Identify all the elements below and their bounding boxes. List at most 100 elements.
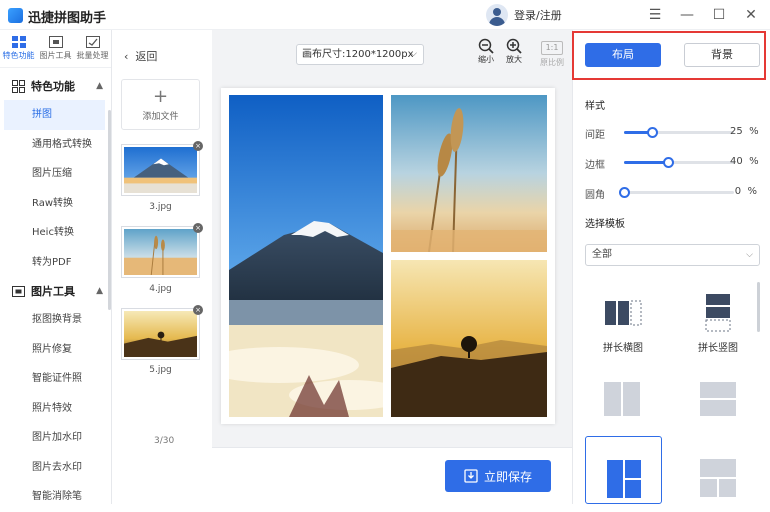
slider-knob[interactable]	[619, 187, 630, 198]
corner-label: 圆角	[585, 190, 605, 201]
section-title: 图片工具	[31, 285, 75, 298]
sidebar-item-pdf[interactable]: 转为PDF	[0, 248, 111, 278]
template-selected[interactable]	[585, 436, 662, 504]
two-row-template-icon[interactable]	[699, 381, 737, 417]
grid-template-icon[interactable]	[699, 458, 737, 498]
spacing-slider[interactable]	[624, 127, 734, 138]
back-label: 返回	[135, 50, 158, 63]
template-filter-value: 全部	[592, 249, 612, 260]
file-thumb[interactable]: ×	[121, 223, 203, 278]
section-features[interactable]: 特色功能 ▲	[0, 72, 111, 100]
tab-label: 特色功能	[2, 51, 35, 60]
sidebar-item-heic[interactable]: Heic转换	[0, 218, 111, 248]
chevron-up-icon[interactable]: ▲	[96, 81, 103, 91]
file-counter: 3/30	[154, 436, 175, 446]
panel-scrollbar[interactable]	[757, 282, 760, 332]
collage-cell[interactable]	[391, 260, 547, 417]
sidebar-item-effects[interactable]: 照片特效	[0, 394, 111, 424]
save-button[interactable]: 立即保存	[445, 460, 551, 492]
tab-label: 图片工具	[39, 51, 72, 60]
chevron-down-icon: ⌵	[410, 49, 417, 59]
sidebar-item-compress[interactable]: 图片压缩	[0, 159, 111, 189]
zoom-out-button[interactable]: 缩小	[473, 38, 499, 65]
sidebar: 特色功能 图片工具 批量处理 特色功能 ▲ 拼图 通用格式转换 图片压缩 Raw…	[0, 30, 112, 504]
border-value: 40 %	[730, 156, 759, 167]
zoom-out-icon	[478, 38, 494, 54]
mountain-image	[229, 95, 383, 417]
sidebar-item-restore[interactable]: 照片修复	[0, 335, 111, 365]
add-file-button[interactable]: + 添加文件	[121, 79, 200, 130]
app-title: 迅捷拼图助手	[28, 11, 107, 26]
template-horizontal[interactable]: 拼长横图	[585, 293, 661, 354]
border-label: 边框	[585, 160, 605, 171]
save-icon	[464, 469, 478, 483]
sidebar-item-format-convert[interactable]: 通用格式转换	[0, 130, 111, 160]
file-name: 5.jpg	[149, 365, 172, 375]
app-logo-icon	[8, 8, 23, 23]
tab-label: 批量处理	[76, 51, 109, 60]
login-link[interactable]: 登录/注册	[514, 7, 562, 23]
tab-layout[interactable]: 布局	[585, 43, 661, 67]
slider-knob[interactable]	[663, 157, 674, 168]
features-icon	[12, 79, 25, 93]
tab-background[interactable]: 背景	[684, 43, 760, 67]
add-file-label: 添加文件	[142, 111, 179, 122]
slider-knob[interactable]	[646, 127, 658, 138]
sidebar-item-cutout[interactable]: 抠图换背景	[0, 305, 111, 335]
thumb-wheat-image	[124, 229, 197, 276]
template-heading: 选择模板	[585, 219, 625, 230]
two-column-template-icon[interactable]	[603, 381, 641, 417]
canvas-size-select[interactable]: 画布尺寸:1200*1200px ⌵	[296, 44, 424, 65]
remove-file-icon[interactable]: ×	[193, 223, 203, 233]
close-icon[interactable]: ✕	[742, 6, 760, 24]
image-tools-icon	[12, 285, 25, 297]
avatar-icon[interactable]	[486, 4, 508, 26]
sidebar-item-eraser[interactable]: 智能消除笔	[0, 482, 111, 512]
template-filter-select[interactable]: 全部 ⌵	[585, 244, 760, 266]
corner-value: 0 %	[734, 186, 757, 197]
file-thumb[interactable]: ×	[121, 305, 203, 360]
minimize-icon[interactable]: —	[678, 6, 696, 24]
sidebar-item-remove-watermark[interactable]: 图片去水印	[0, 453, 111, 483]
remove-file-icon[interactable]: ×	[193, 141, 203, 151]
tab-features[interactable]: 特色功能	[0, 30, 37, 67]
border-slider[interactable]	[624, 157, 734, 168]
back-button[interactable]: ‹ 返回	[124, 48, 157, 64]
corner-slider[interactable]	[619, 187, 734, 198]
zoom-in-icon	[506, 38, 522, 54]
collage-cell[interactable]	[391, 95, 547, 252]
template-label: 拼长竖图	[698, 343, 738, 354]
collage-cell[interactable]	[229, 95, 383, 417]
zoom-in-button[interactable]: 放大	[501, 38, 527, 65]
file-name: 3.jpg	[149, 202, 172, 212]
sidebar-item-raw[interactable]: Raw转换	[0, 189, 111, 219]
file-thumb[interactable]: ×	[121, 141, 203, 196]
maximize-icon[interactable]: ☐	[710, 6, 728, 24]
grid-icon	[11, 36, 26, 48]
remove-file-icon[interactable]: ×	[193, 305, 203, 315]
sidebar-item-add-watermark[interactable]: 图片加水印	[0, 423, 111, 453]
section-image-tools[interactable]: 图片工具 ▲	[0, 277, 111, 305]
ratio-icon: 1:1	[541, 41, 563, 55]
title-bar: 迅捷拼图助手 登录/注册 ☰ — ☐ ✕	[0, 0, 770, 30]
chevron-up-icon[interactable]: ▲	[96, 286, 103, 296]
sidebar-item-collage[interactable]: 拼图	[4, 100, 105, 130]
style-heading: 样式	[585, 101, 605, 112]
sidebar-item-id-photo[interactable]: 智能证件照	[0, 364, 111, 394]
menu-icon[interactable]: ☰	[646, 6, 664, 24]
tab-batch[interactable]: 批量处理	[74, 30, 111, 67]
vertical-layout-icon	[705, 294, 731, 332]
zoom-out-label: 缩小	[478, 55, 494, 64]
login-area[interactable]: 登录/注册	[486, 4, 562, 26]
collage-canvas[interactable]	[221, 88, 555, 424]
section-title: 特色功能	[31, 80, 75, 93]
l-layout-icon	[607, 460, 641, 498]
wheat-image	[391, 95, 547, 252]
spacing-label: 间距	[585, 130, 605, 141]
template-vertical[interactable]: 拼长竖图	[680, 293, 756, 354]
tab-image-tools[interactable]: 图片工具	[37, 30, 74, 67]
original-ratio-button[interactable]: 1:1 原比例	[535, 40, 569, 68]
image-tool-icon	[48, 36, 63, 48]
sidebar-scrollbar[interactable]	[108, 110, 111, 310]
thumb-mountain-image	[124, 147, 197, 193]
